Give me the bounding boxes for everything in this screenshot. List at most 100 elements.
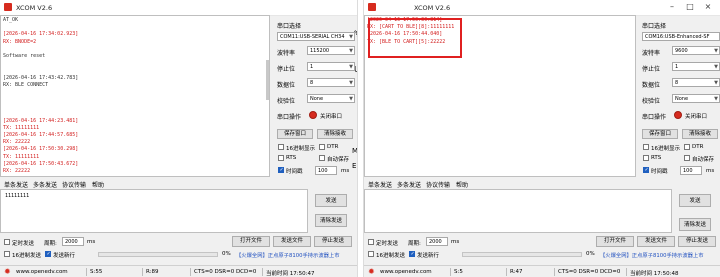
clear-receive-button[interactable]: 清除接收 <box>317 129 353 139</box>
timestamp-checkbox[interactable] <box>643 167 649 173</box>
period-input[interactable]: 2000 <box>62 237 84 246</box>
progress-percent: 0% <box>222 251 231 257</box>
send-input[interactable]: 11111111 <box>0 189 308 233</box>
port-status-icon[interactable] <box>674 111 682 119</box>
save-window-button[interactable]: 保存窗口 <box>277 129 313 139</box>
tab-multi-send[interactable]: 多条发送 <box>33 180 57 189</box>
rts-checkbox[interactable] <box>643 155 649 161</box>
timestamp-ms-input[interactable]: 100 <box>315 166 337 175</box>
hex-send-checkbox[interactable] <box>368 251 374 257</box>
settings-panel: 串口选择 COM11:USB-SERIAL CH34 ▼ 波特率 115200 ▼ … <box>275 15 357 190</box>
parity-select[interactable]: None ▼ <box>672 94 720 103</box>
xcom-app-icon <box>4 3 12 11</box>
open-file-button[interactable]: 打开文件 <box>232 236 270 247</box>
port-status-icon[interactable] <box>309 111 317 119</box>
status-divider <box>142 268 143 276</box>
hex-send-checkbox[interactable] <box>4 251 10 257</box>
open-file-button[interactable]: 打开文件 <box>596 236 634 247</box>
receive-line <box>3 60 267 67</box>
tab-protocol[interactable]: 协议传输 <box>62 180 86 189</box>
clear-receive-button[interactable]: 清除接收 <box>682 129 718 139</box>
hex-display-checkbox[interactable] <box>643 144 649 150</box>
gear-icon[interactable]: ✹ <box>368 267 375 276</box>
send-input[interactable] <box>364 189 672 233</box>
status-divider <box>262 268 263 276</box>
baud-select[interactable]: 9600 ▼ <box>672 46 720 55</box>
baud-select[interactable]: 115200 ▼ <box>307 46 355 55</box>
receive-line: RX: 22222 <box>3 139 31 146</box>
stop-bits-select[interactable]: 1 ▼ <box>307 62 355 71</box>
tab-help[interactable]: 帮助 <box>456 180 468 189</box>
highlight-box <box>368 18 462 58</box>
website-link[interactable]: www.openedv.com <box>380 269 432 275</box>
data-bits-select[interactable]: 8 ▼ <box>307 78 355 87</box>
tab-protocol[interactable]: 协议传输 <box>426 180 450 189</box>
receive-area[interactable]: AT_OK [2026-04-16 17:34:02.923] RX: BNODE=… <box>0 15 270 177</box>
send-button[interactable]: 发送 <box>679 194 711 207</box>
newline-send-checkbox[interactable] <box>409 251 415 257</box>
received-count: R:47 <box>510 269 523 275</box>
website-link[interactable]: www.openedv.com <box>16 269 68 275</box>
current-time: 当前时间 17:50:47 <box>266 271 315 277</box>
port-select[interactable]: COM11:USB-SERIAL CH34 ▼ <box>277 32 355 41</box>
receive-line <box>3 67 267 74</box>
received-count: R:89 <box>146 269 159 275</box>
baud-label: 波特率 <box>642 50 661 57</box>
parity-select[interactable]: None ▼ <box>307 94 355 103</box>
tab-single-send[interactable]: 单条发送 <box>4 180 28 189</box>
promo-link[interactable]: 【火爆全网】正点原子8100手持示波器上市 <box>236 251 340 259</box>
dtr-checkbox[interactable] <box>319 144 325 150</box>
auto-save-checkbox[interactable] <box>319 155 325 161</box>
stop-send-button[interactable]: 停止发送 <box>678 236 716 247</box>
timestamp-checkbox[interactable] <box>278 167 284 173</box>
stop-send-button[interactable]: 停止发送 <box>314 236 352 247</box>
close-icon[interactable]: × <box>702 2 714 12</box>
send-file-button[interactable]: 发送文件 <box>273 236 311 247</box>
hex-display-label: 16进制显示 <box>286 146 315 152</box>
tab-multi-send[interactable]: 多条发送 <box>397 180 421 189</box>
data-bits-select[interactable]: 8 ▼ <box>672 78 720 87</box>
receive-scrollbar[interactable] <box>266 60 269 100</box>
period-input[interactable]: 2000 <box>426 237 448 246</box>
timed-send-checkbox[interactable] <box>368 239 374 245</box>
timestamp-ms-input[interactable]: 100 <box>680 166 702 175</box>
progress-percent: 0% <box>586 251 595 257</box>
period-ms-unit: ms <box>87 239 96 245</box>
port-select[interactable]: COM16:USB-Enhanced-SF <box>642 32 720 41</box>
receive-line: RX: BLE CONNECT <box>3 81 49 88</box>
timestamp-ms-unit: ms <box>341 168 350 174</box>
auto-save-checkbox[interactable] <box>684 155 690 161</box>
close-port-button[interactable]: 关闭串口 <box>320 112 342 120</box>
sent-count: S:5 <box>454 269 463 275</box>
title-bar[interactable]: XCOM V2.6 – □ × <box>364 0 720 16</box>
window-title: XCOM V2.6 <box>16 4 53 12</box>
status-bar: ✹ www.openedv.com S:5 R:47 CTS=0 DSR=0 D… <box>364 265 720 277</box>
receive-line: Software reset <box>3 52 46 59</box>
minimize-icon[interactable]: – <box>666 2 678 12</box>
send-progress-bar <box>462 252 582 257</box>
status-divider <box>450 268 451 276</box>
timed-send-checkbox[interactable] <box>4 239 10 245</box>
newline-send-checkbox[interactable] <box>45 251 51 257</box>
line-status: CTS=0 DSR=0 DCD=0 <box>194 269 257 275</box>
status-divider <box>190 268 191 276</box>
send-button[interactable]: 发送 <box>315 194 347 207</box>
dtr-checkbox[interactable] <box>684 144 690 150</box>
maximize-icon[interactable]: □ <box>684 2 696 12</box>
rts-label: RTS <box>651 155 662 161</box>
send-file-button[interactable]: 发送文件 <box>637 236 675 247</box>
clear-send-button[interactable]: 清除发送 <box>315 214 347 227</box>
auto-save-label: 自动保存 <box>692 157 715 163</box>
close-port-button[interactable]: 关闭串口 <box>685 112 707 120</box>
tab-single-send[interactable]: 单条发送 <box>368 180 392 189</box>
rts-checkbox[interactable] <box>278 155 284 161</box>
title-bar[interactable]: XCOM V2.6 <box>0 0 357 16</box>
save-window-button[interactable]: 保存窗口 <box>642 129 678 139</box>
promo-link[interactable]: 【火爆全网】正点原子8100手持示波器上市 <box>600 251 704 259</box>
dtr-label: DTR <box>692 144 704 150</box>
hex-display-checkbox[interactable] <box>278 144 284 150</box>
tab-help[interactable]: 帮助 <box>92 180 104 189</box>
stop-bits-select[interactable]: 1 ▼ <box>672 62 720 71</box>
clear-send-button[interactable]: 清除发送 <box>679 218 711 231</box>
gear-icon[interactable]: ✹ <box>4 267 11 276</box>
